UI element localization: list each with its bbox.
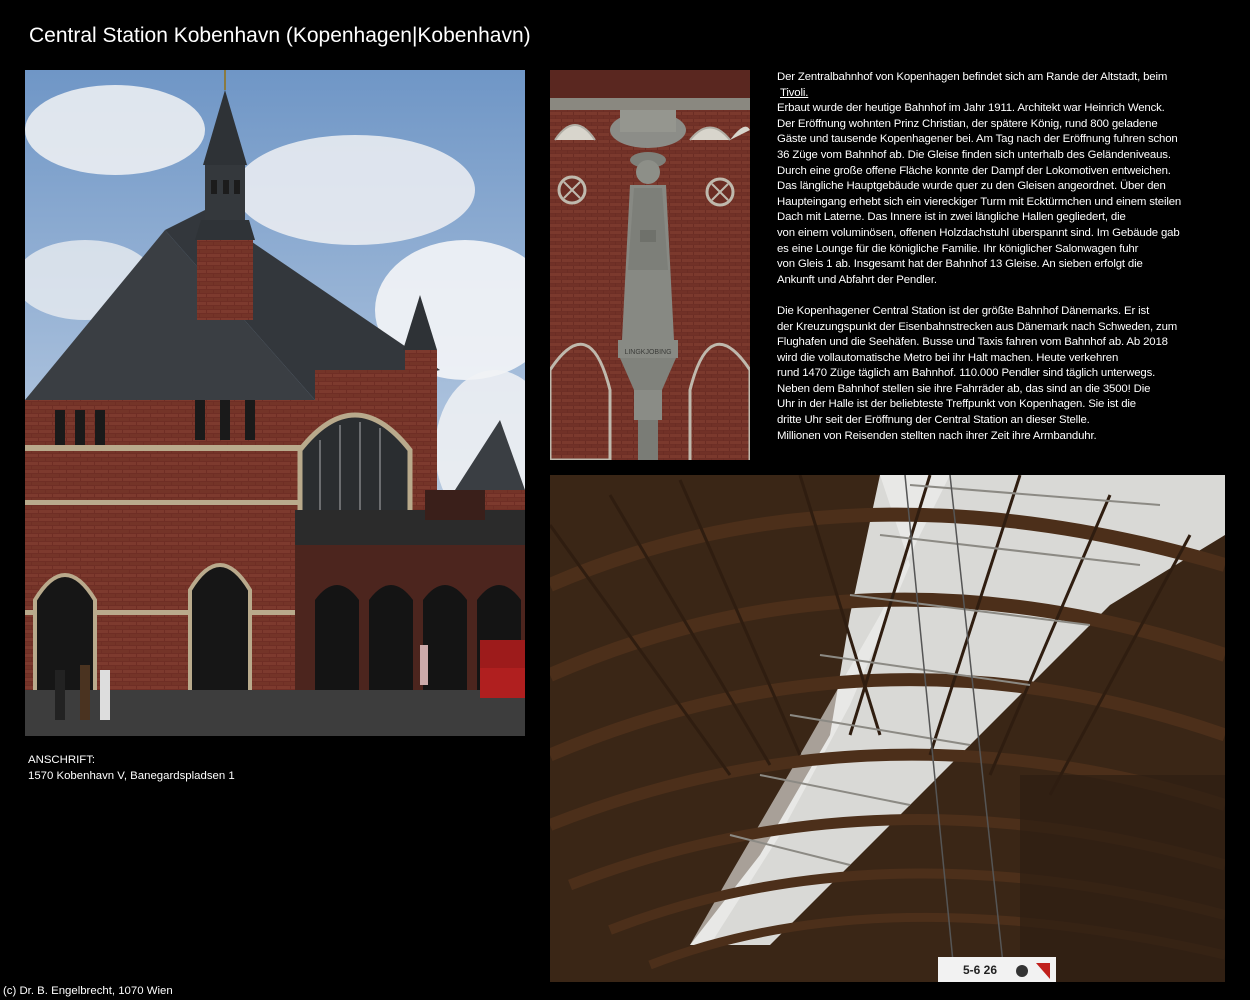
text-line: Gäste und tausende Kopenhagener bei. Am … — [777, 133, 1178, 146]
text-line: Haupteingang erhebt sich ein viereckiger… — [777, 195, 1182, 208]
text-line: Uhr in der Halle ist der beliebteste Tre… — [777, 398, 1136, 411]
page-title: Central Station Kobenhavn (Kopenhagen|Ko… — [29, 24, 531, 47]
text-line: von Gleis 1 ab. Insgesamt hat der Bahnho… — [777, 258, 1143, 271]
description-paragraph-1: Der Zentralbahnhof von Kopenhagen befind… — [777, 70, 1222, 288]
address-value: 1570 Kobenhavn V, Banegardspladsen 1 — [28, 769, 235, 782]
description-paragraph-2: Die Kopenhagener Central Station ist der… — [777, 304, 1222, 444]
text-line: Der Eröffnung wohnten Prinz Christian, d… — [777, 117, 1158, 130]
text-line: Millionen von Reisenden stellten nach ih… — [777, 429, 1097, 442]
text-line: Erbaut wurde der heutige Bahnhof im Jahr… — [777, 102, 1165, 115]
text-line: Dach mit Laterne. Das Innere ist in zwei… — [777, 211, 1126, 224]
copyright-footer: (c) Dr. B. Engelbrecht, 1070 Wien — [3, 985, 173, 997]
description-text: Der Zentralbahnhof von Kopenhagen befind… — [777, 70, 1222, 460]
text-line: es eine Lounge für die königliche Famili… — [777, 242, 1139, 255]
relief-inscription: LINGKJOBING — [624, 349, 671, 356]
text-line: der Kreuzungspunkt der Eisenbahnstrecken… — [777, 320, 1178, 333]
text-line: 36 Züge vom Bahnhof ab. Die Gleise finde… — [777, 148, 1171, 161]
text-line: Die Kopenhagener Central Station ist der… — [777, 304, 1150, 317]
address-block: ANSCHRIFT: 1570 Kobenhavn V, Banegardspl… — [28, 753, 235, 784]
text-line: Der Zentralbahnhof von Kopenhagen befind… — [777, 71, 1168, 83]
text-line: Flughafen und die Seehäfen. Busse und Ta… — [777, 336, 1168, 349]
text-line: Ankunft und Abfahrt der Pendler. — [777, 273, 937, 286]
text-line: Durch eine große offene Fläche konnte de… — [777, 164, 1171, 177]
platform-sign: 5-6 26 — [963, 963, 997, 977]
text-line: Neben dem Bahnhof stellen sie ihre Fahrr… — [777, 382, 1151, 395]
text-line: von einem voluminösen, offenen Holzdachs… — [777, 226, 1180, 239]
address-label: ANSCHRIFT: — [28, 754, 96, 766]
text-line: dritte Uhr seit der Eröffnung der Centra… — [777, 414, 1090, 427]
station-exterior-photo — [25, 70, 525, 736]
relief-sculpture-photo: LINGKJOBING — [550, 70, 750, 460]
text-line: Das längliche Hauptgebäude wurde quer zu… — [777, 180, 1166, 193]
station-hall-roof-photo: 5-6 26 — [550, 475, 1225, 982]
text-line: wird die vollautomatische Metro bei ihr … — [777, 351, 1119, 364]
tivoli-link[interactable]: Tivoli. — [780, 87, 808, 99]
text-line: rund 1470 Züge täglich am Bahnhof. 110.0… — [777, 367, 1156, 380]
